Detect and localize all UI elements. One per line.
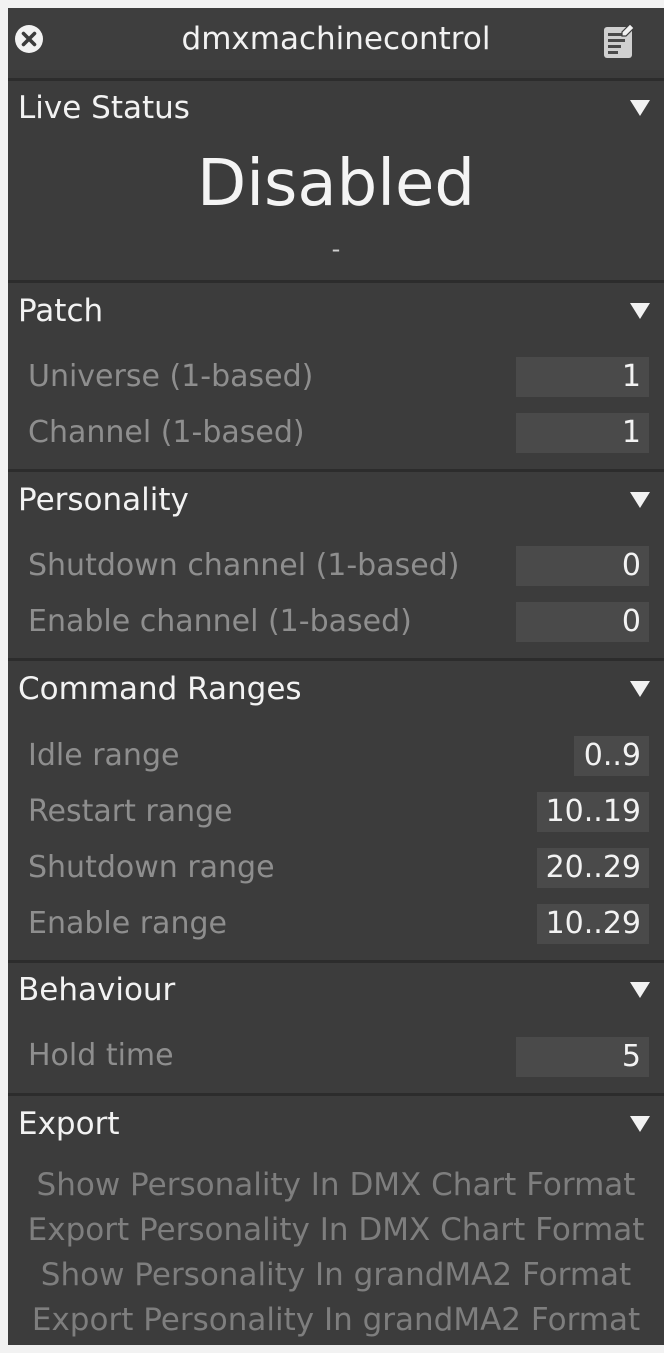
window-title: dmxmachinecontrol — [181, 21, 491, 57]
hold-time-field[interactable]: 5 — [516, 1037, 649, 1077]
idle-range-field[interactable]: 0..9 — [574, 736, 649, 776]
enable-channel-label: Enable channel (1-based) — [28, 604, 412, 639]
live-status-header[interactable]: Live Status — [18, 83, 190, 133]
enable-range-field[interactable]: 10..29 — [537, 904, 649, 944]
personality-header[interactable]: Personality — [18, 475, 189, 525]
live-status-value: Disabled — [196, 147, 476, 221]
divider — [8, 280, 664, 283]
channel-field[interactable]: 1 — [516, 413, 649, 453]
notes-icon[interactable] — [602, 22, 638, 60]
enable-channel-field[interactable]: 0 — [516, 602, 649, 642]
channel-label: Channel (1-based) — [28, 415, 305, 450]
restart-range-field[interactable]: 10..19 — [537, 792, 649, 832]
shutdown-channel-field[interactable]: 0 — [516, 546, 649, 586]
divider — [8, 658, 664, 661]
show-dmx-chart-link[interactable]: Show Personality In DMX Chart Format — [8, 1163, 664, 1207]
patch-header[interactable]: Patch — [18, 286, 103, 336]
universe-field[interactable]: 1 — [516, 357, 649, 397]
divider — [8, 469, 664, 472]
title-bar: dmxmachinecontrol — [8, 8, 664, 70]
collapse-triangle-icon[interactable] — [630, 681, 650, 697]
export-dmx-chart-link[interactable]: Export Personality In DMX Chart Format — [8, 1208, 664, 1252]
close-circle-icon[interactable] — [14, 24, 44, 54]
divider — [8, 78, 664, 81]
collapse-triangle-icon[interactable] — [630, 492, 650, 508]
shutdown-channel-label: Shutdown channel (1-based) — [28, 548, 460, 583]
restart-range-label: Restart range — [28, 794, 233, 829]
dmxmachinecontrol-panel: dmxmachinecontrol Live Status Disabled -… — [8, 8, 664, 1345]
collapse-triangle-icon[interactable] — [630, 303, 650, 319]
collapse-triangle-icon[interactable] — [630, 100, 650, 116]
divider — [8, 960, 664, 963]
universe-label: Universe (1-based) — [28, 359, 314, 394]
collapse-triangle-icon[interactable] — [630, 982, 650, 998]
command-ranges-header[interactable]: Command Ranges — [18, 664, 302, 714]
collapse-triangle-icon[interactable] — [630, 1116, 650, 1132]
enable-range-label: Enable range — [28, 906, 227, 941]
behaviour-header[interactable]: Behaviour — [18, 965, 175, 1015]
export-header[interactable]: Export — [18, 1099, 119, 1149]
divider — [8, 1093, 664, 1096]
shutdown-range-label: Shutdown range — [28, 850, 275, 885]
export-grandma2-link[interactable]: Export Personality In grandMA2 Format — [8, 1298, 664, 1342]
show-grandma2-link[interactable]: Show Personality In grandMA2 Format — [8, 1253, 664, 1297]
idle-range-label: Idle range — [28, 738, 180, 773]
shutdown-range-field[interactable]: 20..29 — [537, 848, 649, 888]
hold-time-label: Hold time — [28, 1038, 174, 1073]
live-status-detail: - — [331, 235, 341, 263]
